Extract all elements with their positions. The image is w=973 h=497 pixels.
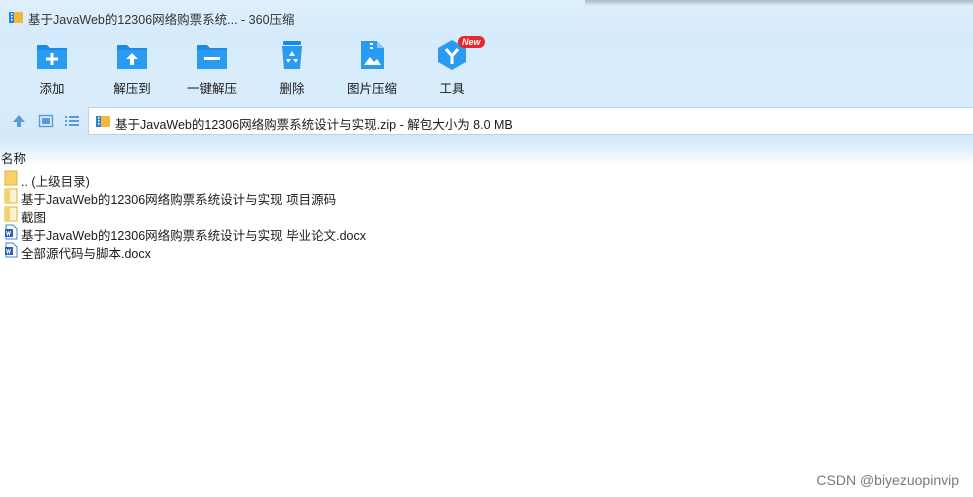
tools-label: 工具 [439, 82, 465, 96]
list-header: 名称 [0, 138, 973, 166]
list-item[interactable]: 基于JavaWeb的12306网络购票系统设计与实现 项目源码 [0, 187, 973, 207]
folder-icon [4, 206, 18, 222]
delete-button[interactable]: 删除 [254, 39, 330, 101]
list-item[interactable]: 基于JavaWeb的12306网络购票系统设计与实现 毕业论文.docx [0, 223, 973, 243]
address-text: 基于JavaWeb的12306网络购票系统设计与实现.zip - 解包大小为 8… [115, 118, 513, 132]
extract-to-label: 解压到 [113, 82, 151, 96]
title-bar: 基于JavaWeb的12306网络购票系统... - 360压缩 [0, 0, 973, 34]
zip-archive-icon [9, 12, 23, 23]
list-view-icon[interactable] [64, 113, 80, 129]
file-name: 全部源代码与脚本.docx [21, 247, 151, 261]
recycle-bin-icon [282, 41, 302, 69]
folder-icon [4, 188, 18, 204]
navigation-bar: 基于JavaWeb的12306网络购票系统设计与实现.zip - 解包大小为 8… [0, 104, 973, 138]
list-item-parent-directory[interactable]: .. (上级目录) [0, 169, 973, 189]
image-compress-icon [361, 41, 384, 69]
list-item[interactable]: 截图 [0, 205, 973, 225]
image-compress-label: 图片压缩 [346, 82, 397, 96]
new-badge: New [458, 36, 485, 48]
window-title: 基于JavaWeb的12306网络购票系统... - 360压缩 [28, 13, 295, 27]
extract-to-button[interactable]: 解压到 [94, 39, 170, 101]
add-button[interactable]: 添加 [14, 39, 90, 101]
one-click-extract-label: 一键解压 [186, 82, 237, 96]
folder-icon [4, 170, 18, 186]
file-list: .. (上级目录) 基于JavaWeb的12306网络购票系统设计与实现 项目源… [0, 169, 973, 261]
extract-to-icon [117, 45, 147, 69]
thumbnail-view-icon[interactable] [38, 113, 54, 129]
add-folder-icon [37, 45, 67, 69]
image-compress-button[interactable]: 图片压缩 [334, 39, 410, 101]
up-arrow-icon[interactable] [11, 113, 27, 129]
tools-button[interactable]: New 工具 [414, 36, 490, 101]
address-bar[interactable]: 基于JavaWeb的12306网络购票系统设计与实现.zip - 解包大小为 8… [88, 107, 973, 135]
one-click-extract-icon [197, 45, 227, 69]
one-click-extract-button[interactable]: 一键解压 [174, 39, 250, 101]
add-label: 添加 [39, 82, 65, 96]
zip-archive-icon [96, 116, 110, 127]
word-document-icon [5, 242, 18, 258]
list-item[interactable]: 全部源代码与脚本.docx [0, 241, 973, 261]
delete-label: 删除 [279, 82, 305, 96]
column-header-name[interactable]: 名称 [1, 148, 26, 167]
word-document-icon [5, 224, 18, 240]
toolbar: 添加 解压到 一键解压 删除 图片压缩 New 工具 [0, 34, 973, 104]
title-bar-shadow [585, 0, 973, 6]
watermark-text: CSDN @biyezuopinvip [816, 472, 959, 488]
